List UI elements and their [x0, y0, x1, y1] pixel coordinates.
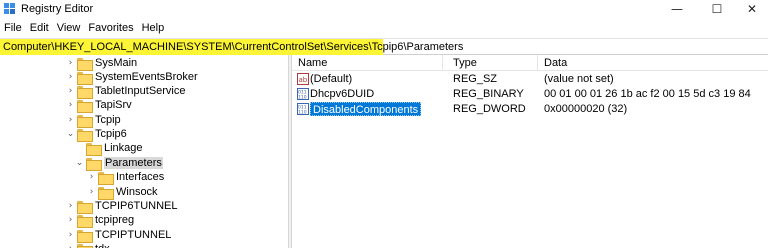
chevron-right-icon[interactable]: › — [66, 213, 75, 227]
chevron-right-icon[interactable]: › — [87, 185, 96, 199]
title-bar: Registry Editor — ☐ ✕ — [0, 0, 768, 18]
column-separator[interactable] — [537, 55, 538, 71]
binary-value-icon: 011 110 — [297, 88, 309, 100]
string-value-icon: ab — [297, 73, 309, 85]
chevron-right-icon[interactable]: › — [66, 228, 75, 242]
chevron-down-icon[interactable]: ⌄ — [75, 156, 84, 170]
folder-icon — [86, 142, 102, 156]
column-header-data[interactable]: Data — [544, 57, 567, 69]
column-header-name[interactable]: Name — [298, 57, 327, 69]
tree-item-sysmain[interactable]: › SysMain — [66, 56, 138, 71]
folder-icon — [98, 186, 114, 200]
tree-item-tabletinputservice[interactable]: › TabletInputService — [66, 84, 186, 99]
close-button[interactable]: ✕ — [732, 0, 768, 18]
maximize-button[interactable]: ☐ — [697, 0, 737, 18]
value-type: REG_DWORD — [453, 103, 526, 115]
folder-icon — [98, 171, 114, 185]
value-type: REG_BINARY — [453, 88, 524, 100]
chevron-right-icon[interactable]: › — [66, 113, 75, 127]
folder-icon — [77, 85, 93, 99]
tree-item-tcpipreg[interactable]: › tcpipreg — [66, 213, 135, 228]
chevron-right-icon[interactable]: › — [66, 70, 75, 84]
window-title: Registry Editor — [21, 3, 94, 15]
chevron-right-icon[interactable]: › — [66, 199, 75, 213]
value-type: REG_SZ — [453, 73, 498, 85]
value-data: 00 01 00 01 26 1b ac f2 00 15 5d c3 19 8… — [544, 88, 751, 100]
value-data: (value not set) — [544, 73, 614, 85]
column-header-type[interactable]: Type — [453, 57, 477, 69]
tree-item-label: Tcpip — [95, 114, 121, 126]
menu-edit[interactable]: Edit — [26, 22, 53, 34]
value-name: DisabledComponents — [310, 102, 422, 116]
tree-item-label: SystemEventsBroker — [95, 71, 198, 83]
svg-text:ab: ab — [299, 76, 308, 84]
tree-item-tapisrv[interactable]: › TapiSrv — [66, 98, 132, 113]
menu-bar: File Edit View Favorites Help — [0, 19, 768, 37]
tree-item-tcpip[interactable]: › Tcpip — [66, 113, 121, 128]
menu-view[interactable]: View — [53, 22, 85, 34]
tree-item-label: TCPIP6TUNNEL — [95, 200, 178, 212]
key-tree[interactable]: › SysMain › SystemEventsBroker › TabletI… — [0, 55, 288, 248]
tree-item-label: Winsock — [116, 186, 158, 198]
folder-icon — [77, 99, 93, 113]
tree-item-tdx[interactable]: › tdx — [66, 242, 110, 248]
menu-file[interactable]: File — [0, 22, 26, 34]
svg-text:110: 110 — [298, 110, 307, 116]
folder-icon — [77, 57, 93, 71]
chevron-right-icon[interactable]: › — [66, 56, 75, 70]
tree-item-linkage[interactable]: Linkage — [75, 141, 143, 156]
open-folder-icon — [86, 157, 102, 171]
value-row-default[interactable]: ab (Default) REG_SZ (value not set) — [292, 72, 768, 87]
value-row-dhcpv6duid[interactable]: 011 110 Dhcpv6DUID REG_BINARY 00 01 00 0… — [292, 87, 768, 102]
folder-icon — [77, 200, 93, 214]
tree-item-tcpiptunnel[interactable]: › TCPIPTUNNEL — [66, 228, 172, 243]
tree-item-label: Tcpip6 — [95, 128, 127, 140]
registry-editor-icon — [4, 3, 15, 14]
svg-text:110: 110 — [298, 95, 307, 101]
value-row-disabledcomponents[interactable]: 011 110 DisabledComponents REG_DWORD 0x0… — [292, 102, 768, 117]
tree-item-tcpip6[interactable]: ⌄ Tcpip6 — [66, 127, 127, 142]
tree-item-label: Linkage — [104, 142, 143, 154]
tree-item-label: tdx — [95, 243, 110, 248]
address-path[interactable]: Computer\HKEY_LOCAL_MACHINE\SYSTEM\Curre… — [1, 40, 465, 55]
tree-item-label: tcpipreg — [95, 214, 135, 226]
chevron-right-icon[interactable]: › — [66, 84, 75, 98]
tree-item-systemeventsbroker[interactable]: › SystemEventsBroker — [66, 70, 198, 85]
tree-item-winsock[interactable]: › Winsock — [87, 185, 158, 200]
minimize-button[interactable]: — — [657, 0, 697, 18]
value-data: 0x00000020 (32) — [544, 103, 628, 115]
chevron-down-icon[interactable]: ⌄ — [66, 127, 75, 141]
tree-item-label: TapiSrv — [95, 99, 132, 111]
folder-icon — [77, 243, 93, 248]
tree-item-tcpip6tunnel[interactable]: › TCPIP6TUNNEL — [66, 199, 178, 214]
column-separator[interactable] — [442, 55, 443, 71]
tree-item-label: Interfaces — [116, 171, 165, 183]
folder-icon — [77, 229, 93, 243]
value-name: Dhcpv6DUID — [310, 88, 375, 100]
address-bar[interactable]: Computer\HKEY_LOCAL_MACHINE\SYSTEM\Curre… — [0, 38, 768, 55]
tree-item-parameters[interactable]: ⌄ Parameters — [75, 156, 163, 171]
chevron-right-icon[interactable]: › — [87, 170, 96, 184]
tree-item-interfaces[interactable]: › Interfaces — [87, 170, 165, 185]
folder-icon — [77, 71, 93, 85]
tree-item-label: SysMain — [95, 57, 138, 69]
tree-item-label: TCPIPTUNNEL — [95, 229, 172, 241]
values-list[interactable]: Name Type Data ab (Default) REG_SZ (valu… — [292, 55, 768, 248]
folder-icon — [77, 214, 93, 228]
chevron-right-icon[interactable]: › — [66, 98, 75, 112]
binary-value-icon: 011 110 — [297, 103, 309, 115]
list-header: Name Type Data — [292, 55, 768, 71]
folder-icon — [77, 128, 93, 142]
tree-item-label: Parameters — [104, 157, 163, 169]
menu-favorites[interactable]: Favorites — [84, 22, 137, 34]
folder-icon — [77, 114, 93, 128]
tree-item-label: TabletInputService — [95, 85, 186, 97]
chevron-right-icon[interactable]: › — [66, 242, 75, 248]
menu-help[interactable]: Help — [138, 22, 169, 34]
value-name: (Default) — [310, 73, 353, 85]
